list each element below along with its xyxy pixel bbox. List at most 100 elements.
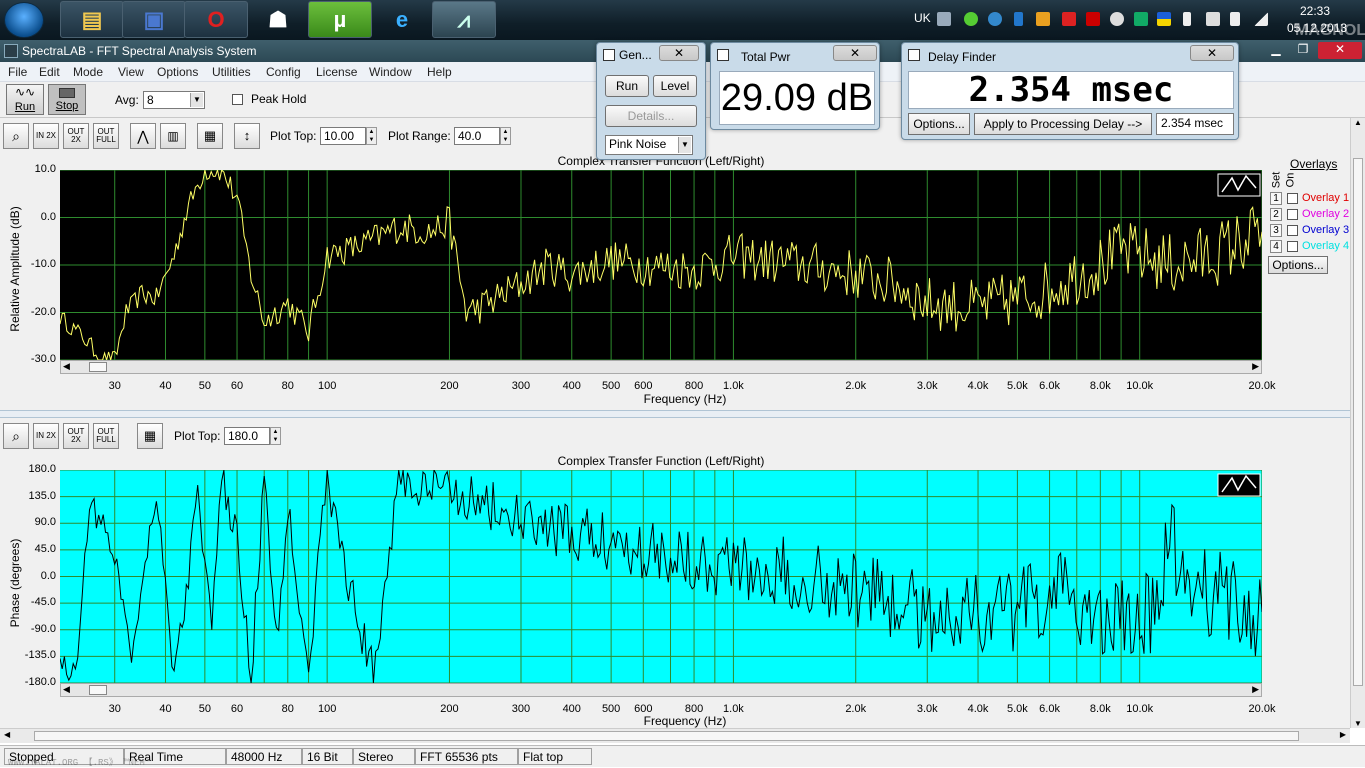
line-plot-icon[interactable]: ⋀ <box>130 123 156 149</box>
taskbar-explorer-icon[interactable]: ▤ <box>60 1 124 38</box>
plot-top-spinner[interactable]: ▲ ▼ <box>366 127 377 145</box>
tray-keyboard-icon[interactable] <box>937 12 951 26</box>
overlays-options-button[interactable]: Options... <box>1268 256 1328 274</box>
generator-window[interactable]: Gen... ✕ Run Level Details... Pink Noise… <box>596 42 706 160</box>
taskbar-spectralab-icon[interactable]: ⩘ <box>432 1 496 38</box>
scroll-right-icon[interactable]: ▶ <box>1340 730 1346 739</box>
overlay-checkbox[interactable] <box>1287 193 1298 204</box>
zoom-full-button[interactable]: OUT FULL <box>93 423 119 449</box>
stop-button[interactable]: Stop <box>48 84 86 115</box>
menu-options[interactable]: Options <box>157 65 198 79</box>
tray-utorrent-icon[interactable] <box>964 12 978 26</box>
apply-delay-button[interactable]: Apply to Processing Delay --> <box>974 113 1152 135</box>
main-hscrollbar[interactable]: ◀ ▶ <box>0 728 1350 743</box>
zoom-out-2x-button[interactable]: OUT 2X <box>63 123 89 149</box>
zoom-in-2x-button[interactable]: IN 2X <box>33 123 59 149</box>
zoom-full-button[interactable]: OUT FULL <box>93 123 119 149</box>
total-power-close-button[interactable]: ✕ <box>833 45 877 61</box>
menu-file[interactable]: File <box>8 65 27 79</box>
generator-level-button[interactable]: Level <box>653 75 697 97</box>
run-button[interactable]: ∿∿ Run <box>6 84 44 115</box>
delay-finder-close-button[interactable]: ✕ <box>1190 45 1234 61</box>
noise-type-select[interactable]: Pink Noise ▼ <box>605 135 693 155</box>
taskbar-opera-icon[interactable]: O <box>184 1 248 38</box>
menu-config[interactable]: Config <box>266 65 301 79</box>
overlay-set-number[interactable]: 2 <box>1270 208 1282 221</box>
menu-mode[interactable]: Mode <box>73 65 103 79</box>
tray-battery-icon[interactable] <box>1183 12 1191 26</box>
overlay-checkbox[interactable] <box>1287 209 1298 220</box>
menu-window[interactable]: Window <box>369 65 412 79</box>
scale-adjust-icon[interactable]: ↕ <box>234 123 260 149</box>
plot-properties-icon[interactable]: ▦ <box>197 123 223 149</box>
menu-help[interactable]: Help <box>427 65 452 79</box>
tray-green-icon[interactable] <box>1134 12 1148 26</box>
scroll-up-icon[interactable]: ▲ <box>1354 118 1362 127</box>
taskbar-save-icon[interactable]: ▣ <box>122 1 186 38</box>
delay-options-button[interactable]: Options... <box>908 113 970 135</box>
peak-hold-checkbox[interactable] <box>232 94 243 105</box>
close-window-button[interactable]: ✕ <box>1318 42 1362 59</box>
generator-close-button[interactable]: ✕ <box>659 45 699 61</box>
zoom-in-2x-button[interactable]: IN 2X <box>33 423 59 449</box>
phase-chart[interactable] <box>60 470 1262 683</box>
curve-style-icon[interactable] <box>1217 173 1261 197</box>
bar-plot-icon[interactable]: ▥ <box>160 123 186 149</box>
minimize-button[interactable]: ▁ <box>1263 42 1289 59</box>
tray-e-icon[interactable] <box>1110 12 1124 26</box>
scroll-thumb[interactable] <box>89 362 107 372</box>
avg-select[interactable]: 8 ▼ <box>143 91 205 109</box>
menu-utilities[interactable]: Utilities <box>212 65 251 79</box>
tray-bluetooth-icon[interactable] <box>1014 12 1023 26</box>
amplitude-chart[interactable] <box>60 170 1262 360</box>
tray-ati-icon[interactable] <box>1086 12 1100 26</box>
tray-signal-icon[interactable] <box>1254 12 1268 26</box>
start-button[interactable] <box>4 2 44 38</box>
zoom-magnifier-icon[interactable]: ⌕ <box>3 123 29 149</box>
overlay-set-number[interactable]: 3 <box>1270 224 1282 237</box>
zoom-magnifier-icon[interactable]: ⌕ <box>3 423 29 449</box>
overlay-checkbox[interactable] <box>1287 225 1298 236</box>
tray-ukraine-flag-icon[interactable] <box>1157 12 1171 26</box>
plot1-hscrollbar[interactable]: ◀ ▶ <box>60 360 1262 374</box>
scroll-left-icon[interactable]: ◀ <box>63 684 70 695</box>
scroll-down-icon[interactable]: ▼ <box>1354 719 1362 728</box>
curve-style-icon[interactable] <box>1217 473 1261 497</box>
plot2-hscrollbar[interactable]: ◀ ▶ <box>60 683 1262 697</box>
tray-flag-icon[interactable] <box>1230 12 1240 26</box>
vscroll-thumb[interactable] <box>1353 158 1363 686</box>
taskbar-ie-icon[interactable]: e <box>370 1 434 38</box>
plot-top-input[interactable]: 10.00 <box>320 127 366 145</box>
overlay-checkbox[interactable] <box>1287 241 1298 252</box>
scroll-right-icon[interactable]: ▶ <box>1252 361 1259 372</box>
main-vscrollbar[interactable]: ▲ ▼ <box>1350 118 1365 728</box>
zoom-out-2x-button[interactable]: OUT 2X <box>63 423 89 449</box>
hscroll-thumb[interactable] <box>34 731 1299 741</box>
plot2-top-spinner[interactable]: ▲ ▼ <box>270 427 281 445</box>
plot-range-input[interactable]: 40.0 <box>454 127 500 145</box>
scroll-left-icon[interactable]: ◀ <box>63 361 70 372</box>
generator-run-button[interactable]: Run <box>605 75 649 97</box>
total-power-window[interactable]: Total Pwr ✕ 29.09 dB <box>710 42 880 130</box>
overlay-set-number[interactable]: 4 <box>1270 240 1282 253</box>
maximize-button[interactable]: ❐ <box>1290 42 1316 59</box>
taskbar-foobar-icon[interactable]: ☗ <box>246 1 310 38</box>
plot-splitter[interactable] <box>0 410 1350 418</box>
tray-red-icon[interactable] <box>1062 12 1076 26</box>
scroll-thumb[interactable] <box>89 685 107 695</box>
language-indicator[interactable]: UK <box>914 11 931 25</box>
scroll-left-icon[interactable]: ◀ <box>4 730 10 739</box>
plot-properties-icon[interactable]: ▦ <box>137 423 163 449</box>
tray-volume-icon[interactable] <box>1206 12 1220 26</box>
tray-app-icon[interactable] <box>1036 12 1050 26</box>
generator-details-button[interactable]: Details... <box>605 105 697 127</box>
menu-license[interactable]: License <box>316 65 357 79</box>
taskbar-utorrent-icon[interactable]: µ <box>308 1 372 38</box>
plot2-top-input[interactable]: 180.0 <box>224 427 270 445</box>
scroll-right-icon[interactable]: ▶ <box>1252 684 1259 695</box>
tray-network-icon[interactable] <box>988 12 1002 26</box>
delay-finder-window[interactable]: Delay Finder ✕ 2.354 msec Options... App… <box>901 42 1239 140</box>
delay-result-field[interactable]: 2.354 msec <box>1156 113 1234 135</box>
clock-time[interactable]: 22:33 <box>1300 4 1330 18</box>
plot-range-spinner[interactable]: ▲ ▼ <box>500 127 511 145</box>
